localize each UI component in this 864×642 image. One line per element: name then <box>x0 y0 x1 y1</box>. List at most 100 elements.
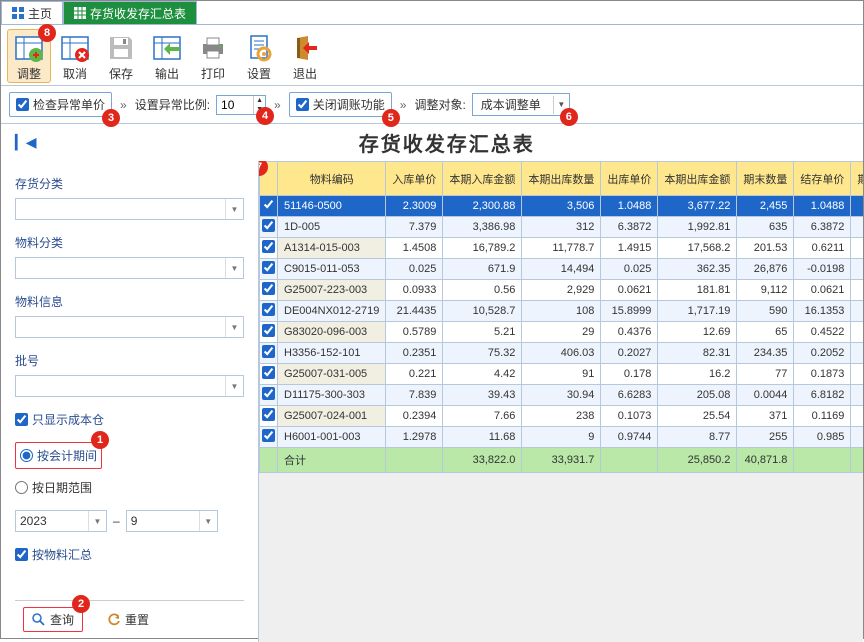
only-cost-wh-checkbox[interactable] <box>15 413 28 426</box>
col-header[interactable]: 本期入库金额 <box>443 162 522 196</box>
table-row[interactable]: 51146-05002.30092,300.883,5061.04883,677… <box>260 196 864 217</box>
cancel-button[interactable]: 取消 <box>53 29 97 83</box>
tab-report[interactable]: 存货收发存汇总表 <box>63 1 197 24</box>
col-header[interactable]: 结存单价 <box>794 162 851 196</box>
settings-button[interactable]: 设置 <box>237 29 281 83</box>
table-row[interactable]: 1D-0057.3793,386.983126.38721,992.816356… <box>260 217 864 238</box>
row-checkbox[interactable] <box>262 429 275 442</box>
chevron-down-icon[interactable]: ▼ <box>225 376 243 396</box>
row-checkbox[interactable] <box>262 282 275 295</box>
month-combo[interactable]: 9▼ <box>126 510 218 532</box>
row-checkbox-cell[interactable] <box>260 280 278 301</box>
row-checkbox-cell[interactable] <box>260 427 278 448</box>
reset-button[interactable]: 重置 <box>101 607 155 632</box>
chevron-down-icon[interactable]: ▼ <box>88 511 106 531</box>
table-row[interactable]: A1314-015-0031.450816,789.211,778.71.491… <box>260 238 864 259</box>
by-period-label: 按会计期间 <box>37 447 97 464</box>
row-checkbox[interactable] <box>262 324 275 337</box>
table-row[interactable]: G25007-024-0010.23947.662380.107325.5437… <box>260 406 864 427</box>
table-row[interactable]: DE004NX012-271921.443510,528.710815.8999… <box>260 301 864 322</box>
search-icon <box>32 613 46 627</box>
cell-value: 39.43 <box>443 385 522 406</box>
save-button[interactable]: 保存 <box>99 29 143 83</box>
chevron-down-icon[interactable]: ▼ <box>225 199 243 219</box>
only-cost-wh[interactable]: 只显示成本仓 <box>15 407 244 436</box>
table-row[interactable]: G83020-096-0030.57895.21290.437612.69650… <box>260 322 864 343</box>
col-header[interactable]: 物料编码 <box>278 162 386 196</box>
chevron-down-icon[interactable]: ▼ <box>225 317 243 337</box>
tab-main[interactable]: 主页 <box>1 1 63 24</box>
table-row[interactable]: H3356-152-1010.235175.32406.030.202782.3… <box>260 343 864 364</box>
print-button[interactable]: 打印 <box>191 29 235 83</box>
query-button[interactable]: 2 查询 <box>23 607 83 632</box>
cell-value: 205.08 <box>658 385 737 406</box>
cell-value: 7.379 <box>386 217 443 238</box>
table-row[interactable]: G25007-223-0030.09330.562,9290.0621181.8… <box>260 280 864 301</box>
total-cell: 25,850.2 <box>658 448 737 473</box>
col-header[interactable]: 本期出库数量 <box>522 162 601 196</box>
row-checkbox[interactable] <box>262 303 275 316</box>
ratio-spinner[interactable]: ▲▼ 4 <box>216 95 266 115</box>
row-checkbox-cell[interactable] <box>260 238 278 259</box>
cell-value: 1.4915 <box>601 238 658 259</box>
by-period-radio[interactable]: 1 按会计期间 <box>15 442 102 469</box>
inv-cat-combo[interactable]: ▼ <box>15 198 244 220</box>
mat-info-combo[interactable]: ▼ <box>15 316 244 338</box>
row-checkbox[interactable] <box>262 219 275 232</box>
col-header[interactable]: 期末金额 <box>851 162 863 196</box>
col-header[interactable]: 期末数量 <box>737 162 794 196</box>
row-checkbox-cell[interactable] <box>260 343 278 364</box>
reset-icon <box>107 613 121 627</box>
by-mat-sum[interactable]: 按物料汇总 <box>15 542 244 571</box>
check-abnormal-price[interactable]: 检查异常单价 3 <box>9 92 112 117</box>
table-zone[interactable]: 7 物料编码入库单价本期入库金额本期出库数量出库单价本期出库金额期末数量结存单价… <box>259 161 863 642</box>
row-checkbox[interactable] <box>262 408 275 421</box>
badge-8: 8 <box>38 24 56 42</box>
cell-value: 1.4508 <box>386 238 443 259</box>
batch-combo[interactable]: ▼ <box>15 375 244 397</box>
table-row[interactable]: G25007-031-0050.2214.42910.17816.2770.18… <box>260 364 864 385</box>
cell-code: C9015-011-053 <box>278 259 386 280</box>
adjust-target-select[interactable]: 成本调整单 ▼ 6 <box>472 93 570 116</box>
adjust-button[interactable]: 8 调整 <box>7 29 51 83</box>
mat-cat-combo[interactable]: ▼ <box>15 257 244 279</box>
row-checkbox[interactable] <box>262 198 275 211</box>
by-daterange-input[interactable] <box>15 481 28 494</box>
row-checkbox-cell[interactable] <box>260 406 278 427</box>
col-header[interactable]: 出库单价 <box>601 162 658 196</box>
row-checkbox-cell[interactable] <box>260 385 278 406</box>
row-checkbox-cell[interactable] <box>260 322 278 343</box>
exit-button[interactable]: 退出 <box>283 29 327 83</box>
total-cell <box>601 448 658 473</box>
by-period-input[interactable] <box>20 449 33 462</box>
close-reconcile[interactable]: 关闭调账功能 5 <box>289 92 392 117</box>
close-reconcile-checkbox[interactable] <box>296 98 309 111</box>
cell-value: 0.025 <box>386 259 443 280</box>
row-checkbox-cell[interactable] <box>260 364 278 385</box>
chevron-down-icon[interactable]: ▼ <box>199 511 217 531</box>
row-checkbox[interactable] <box>262 387 275 400</box>
table-row[interactable]: H6001-001-0031.297811.6890.97448.772550.… <box>260 427 864 448</box>
table-row[interactable]: C9015-011-0530.025671.914,4940.025362.35… <box>260 259 864 280</box>
check-abnormal-checkbox[interactable] <box>16 98 29 111</box>
row-checkbox[interactable] <box>262 345 275 358</box>
row-checkbox[interactable] <box>262 240 275 253</box>
spin-up-icon[interactable]: ▲ <box>253 96 265 105</box>
row-checkbox-cell[interactable] <box>260 301 278 322</box>
col-header[interactable]: 本期出库金额 <box>658 162 737 196</box>
export-button[interactable]: 输出 <box>145 29 189 83</box>
row-checkbox[interactable] <box>262 366 275 379</box>
row-checkbox-cell[interactable] <box>260 259 278 280</box>
row-checkbox-cell[interactable] <box>260 196 278 217</box>
row-checkbox[interactable] <box>262 261 275 274</box>
table-row[interactable]: D11175-300-3037.83939.4330.946.6283205.0… <box>260 385 864 406</box>
chevron-down-icon[interactable]: ▼ <box>225 258 243 278</box>
col-header[interactable]: 入库单价 <box>386 162 443 196</box>
by-daterange-radio[interactable]: 按日期范围 <box>15 475 244 500</box>
goto-first-icon[interactable]: ▎◀ <box>11 132 41 153</box>
year-combo[interactable]: 2023▼ <box>15 510 107 532</box>
by-mat-sum-checkbox[interactable] <box>15 548 28 561</box>
cell-value: 30.94 <box>522 385 601 406</box>
ratio-input[interactable] <box>217 96 253 114</box>
row-checkbox-cell[interactable] <box>260 217 278 238</box>
